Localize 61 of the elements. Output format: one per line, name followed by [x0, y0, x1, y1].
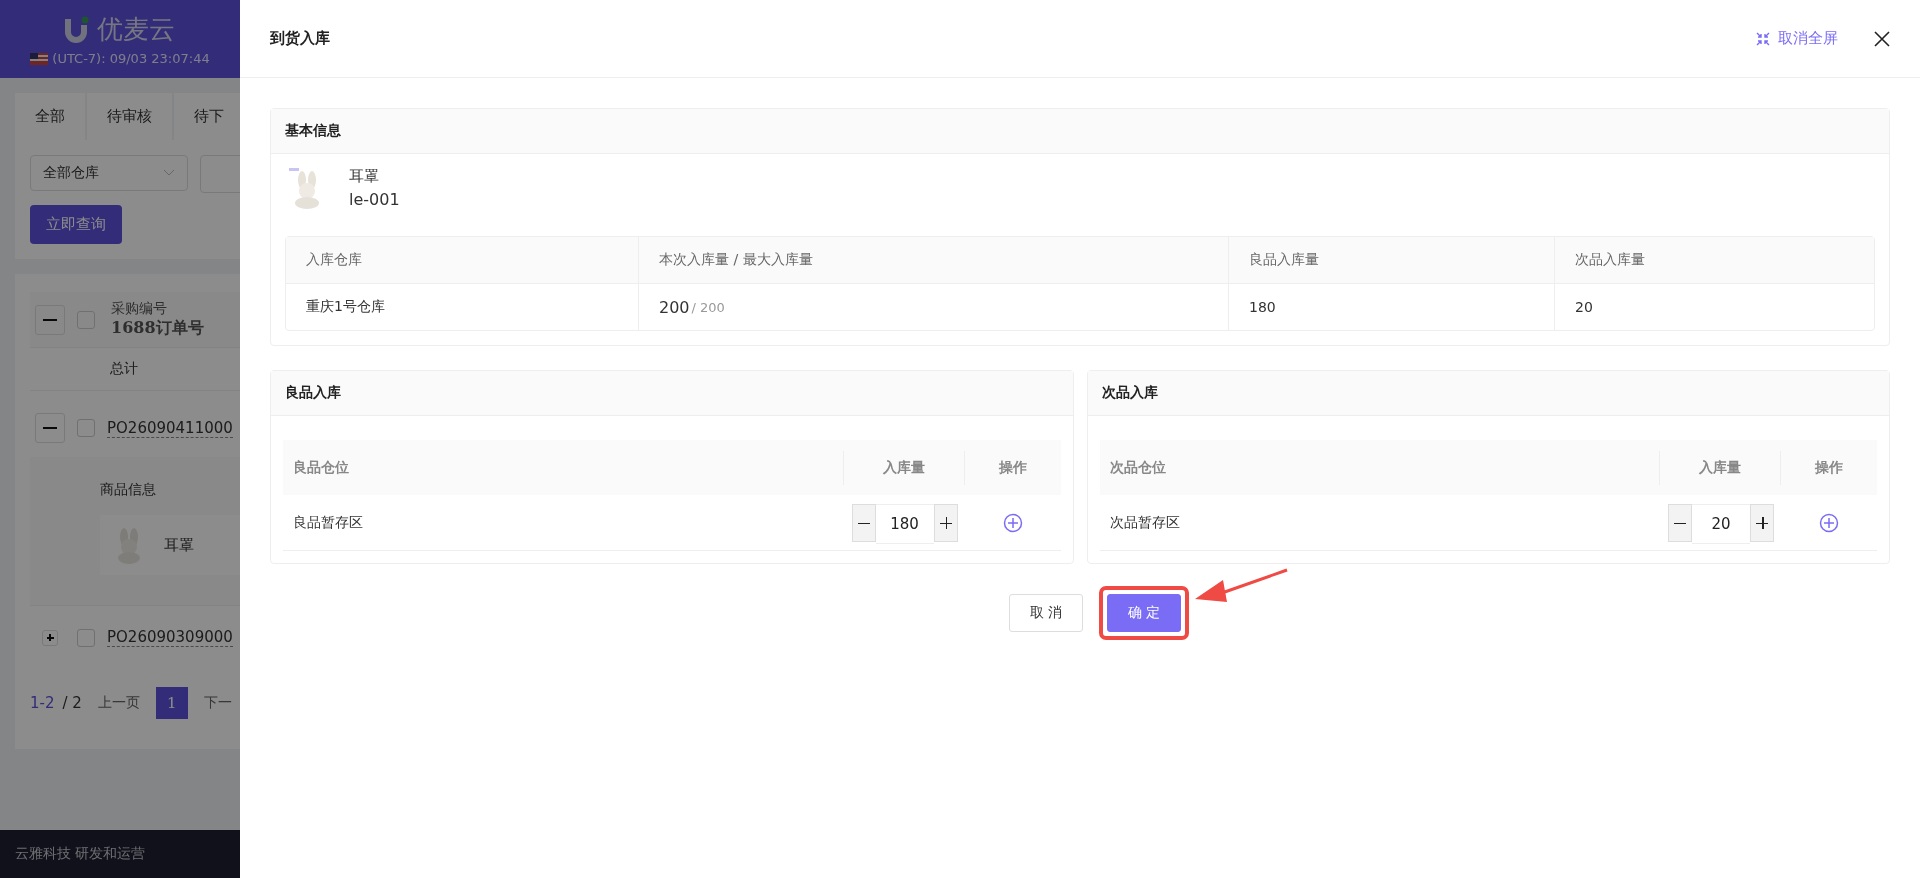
timezone-clock: (UTC-7): 09/03 23:07:44 [52, 51, 210, 66]
quantity-field[interactable]: 180 [875, 503, 934, 544]
footer-text: 云雅科技 研发和运营 [15, 845, 146, 863]
increment-button[interactable] [933, 503, 958, 542]
card-title: 次品入库 [1101, 384, 1158, 402]
product-name: 耳罩 [349, 167, 380, 186]
confirm-button[interactable]: 确 定 [1107, 594, 1182, 632]
column-header: 操作 [963, 450, 1061, 485]
column-header: 入库量 [842, 450, 964, 485]
card-title: 良品入库 [285, 384, 341, 402]
table-cell-text: 20 [1574, 298, 1594, 317]
column-header: 本次入库量 / 最大入库量 [639, 237, 1229, 283]
chevron-down-icon [163, 169, 175, 177]
checkbox[interactable] [77, 628, 95, 647]
column-header: 次品仓位 [1108, 457, 1167, 477]
query-button[interactable]: 立即查询 [30, 205, 122, 244]
drawer-title: 到货入库 [270, 29, 331, 48]
column-header: 商品信息 [100, 481, 157, 499]
product-sku: le-001 [349, 190, 400, 209]
column-header: 入库量 [1659, 450, 1780, 485]
table-cell: 180 [1229, 284, 1555, 330]
add-circle-icon[interactable] [1819, 512, 1839, 533]
status-tab[interactable]: 待下 [174, 93, 240, 140]
column-header: 良品入库量 [1229, 237, 1555, 283]
warehouse-select[interactable]: 全部仓库 [30, 155, 188, 191]
close-icon[interactable] [1874, 30, 1890, 47]
order-number-link[interactable]: PO26090411000 [107, 418, 233, 438]
column-header: 入库仓库 [286, 237, 639, 283]
flag-icon [30, 52, 49, 65]
collapse-toggle[interactable] [35, 304, 65, 335]
status-tab[interactable]: 全部 [15, 93, 85, 140]
column-header: 操作 [1780, 450, 1877, 485]
column-header: 采购编号 [111, 300, 168, 318]
app-logo-text: 优麦云 [97, 13, 175, 46]
column-header: 1688订单号 [111, 318, 204, 339]
column-header: 次品入库量 [1574, 250, 1646, 269]
logo-icon [65, 15, 91, 44]
table-cell-text: 次品暂存区 [1108, 512, 1181, 532]
product-name: 耳罩 [164, 535, 194, 555]
checkbox[interactable] [77, 310, 95, 329]
expand-toggle[interactable] [35, 413, 65, 443]
cancel-button[interactable]: 取 消 [1008, 594, 1083, 632]
increment-button[interactable] [1750, 503, 1774, 542]
status-tab[interactable]: 待审核 [87, 93, 172, 140]
total-label: 总计 [110, 360, 138, 376]
exit-fullscreen-button[interactable]: 取消全屏 [1756, 29, 1838, 48]
previous-page-link[interactable]: 上一页 [97, 694, 140, 712]
order-number-link[interactable]: PO26090309000 [107, 628, 233, 647]
page-total: / 2 [62, 694, 82, 712]
checkbox[interactable] [77, 419, 95, 437]
table-cell: 重庆1号仓库 [286, 284, 639, 330]
page-range: 1-2 [30, 694, 55, 712]
card-title: 基本信息 [285, 122, 341, 140]
expand-toggle[interactable] [42, 629, 58, 646]
add-circle-icon[interactable] [1002, 512, 1023, 533]
table-cell-text: 良品暂存区 [292, 512, 364, 532]
next-page-link[interactable]: 下一 [203, 694, 232, 712]
column-header: 良品仓位 [292, 457, 350, 477]
collapse-arrows-icon [1756, 31, 1770, 46]
table-cell: 200/ 200 [639, 284, 1229, 330]
page-number[interactable]: 1 [155, 687, 188, 719]
